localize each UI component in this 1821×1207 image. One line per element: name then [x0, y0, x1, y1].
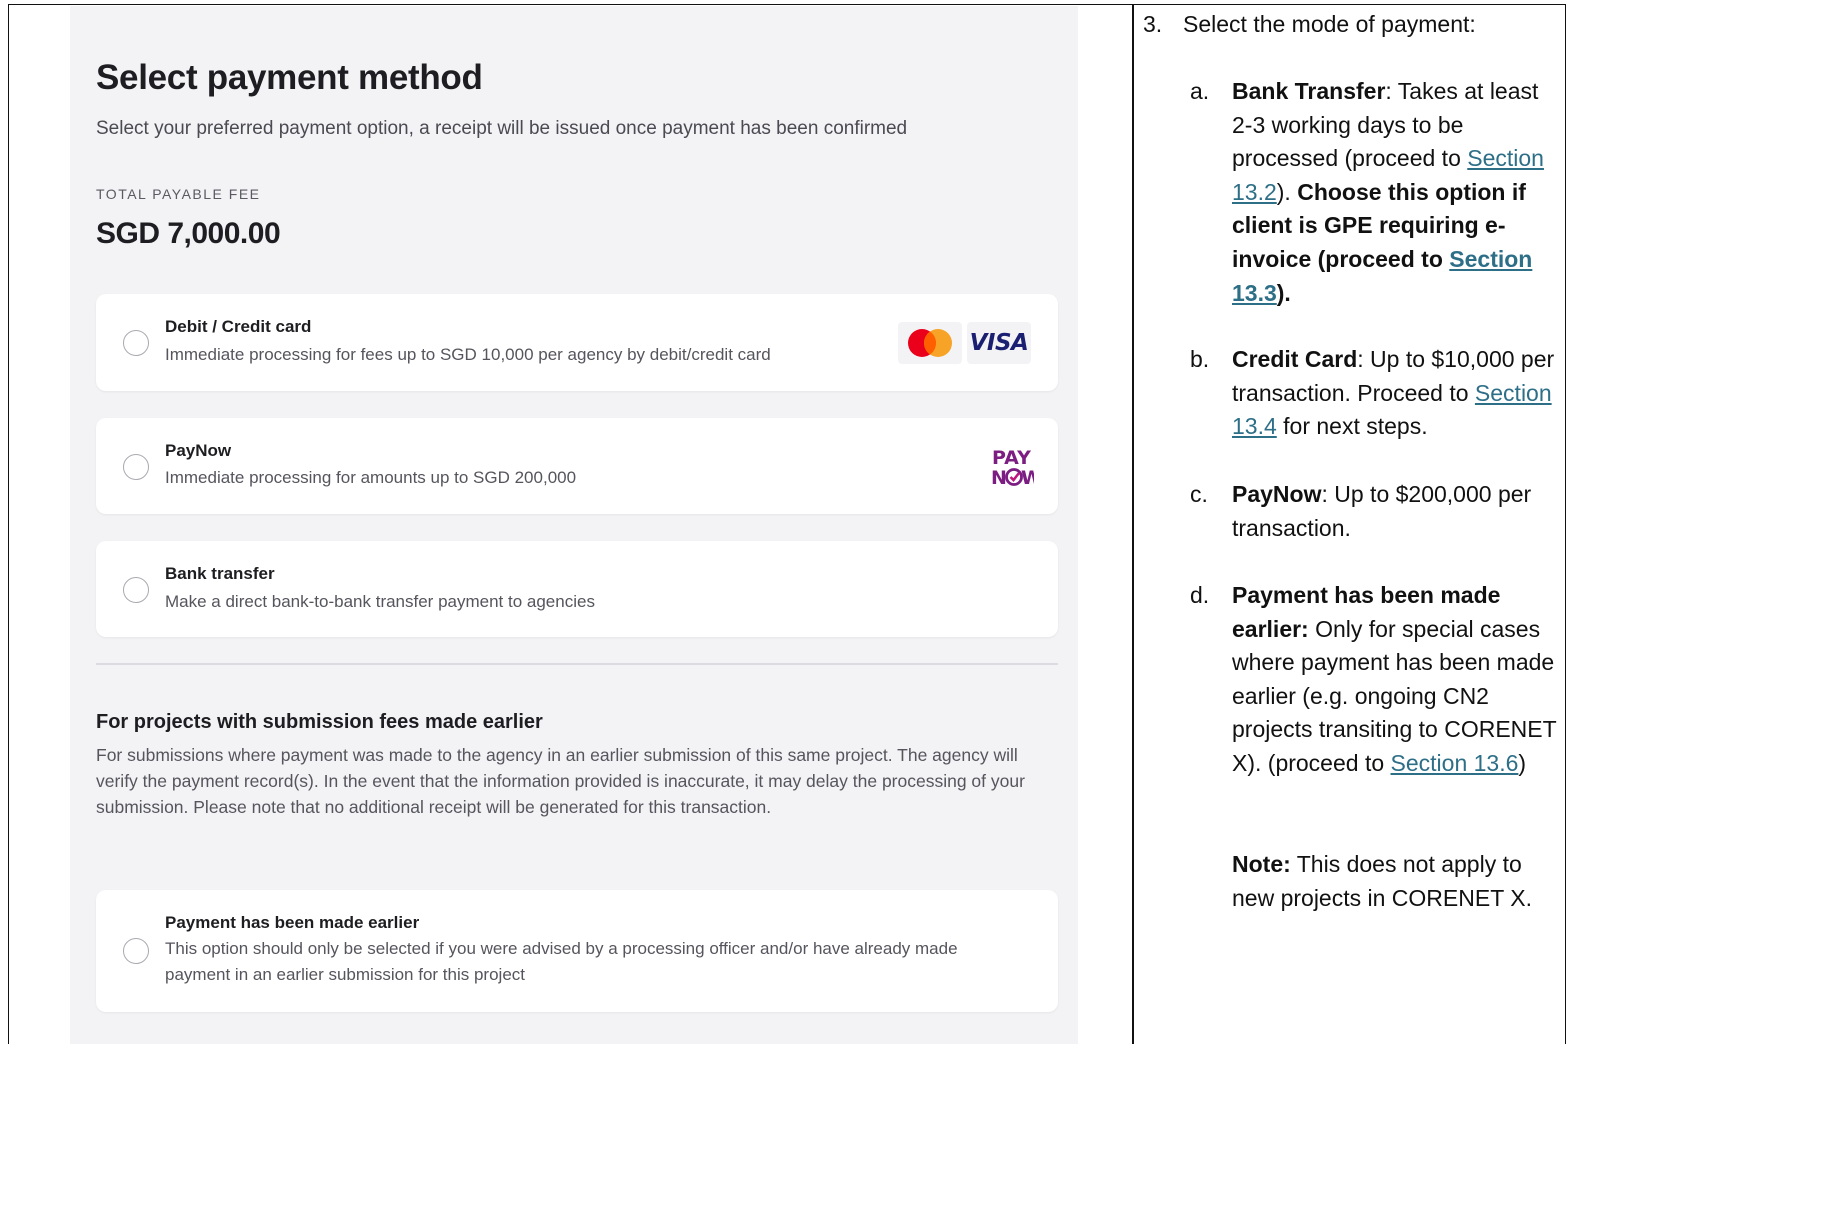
- earlier-section-heading: For projects with submission fees made e…: [96, 711, 543, 733]
- instruction-note: Note: This does not apply to new project…: [1232, 848, 1563, 915]
- payment-method-panel: Select payment method Select your prefer…: [70, 6, 1078, 1044]
- item-body: PayNow: Up to $200,000 per transaction.: [1232, 478, 1563, 545]
- section-divider: [96, 663, 1058, 665]
- page-title: Select payment method: [96, 58, 483, 97]
- option-payment-made-earlier[interactable]: Payment has been made earlier This optio…: [96, 890, 1058, 1012]
- item-body: Bank Transfer: Takes at least 2-3 workin…: [1232, 75, 1563, 310]
- item-text: for next steps.: [1276, 413, 1428, 440]
- svg-text:N: N: [991, 467, 1007, 489]
- page-subtitle: Select your preferred payment option, a …: [96, 118, 908, 139]
- section-link[interactable]: Section 13.6: [1391, 750, 1519, 776]
- radio-button[interactable]: [123, 938, 149, 964]
- total-fee-label: TOTAL PAYABLE FEE: [96, 186, 261, 202]
- step-text: Select the mode of payment:: [1183, 11, 1476, 37]
- item-bold-end: ).: [1276, 279, 1291, 306]
- option-title: Bank transfer: [165, 564, 275, 583]
- note-label: Note:: [1232, 851, 1291, 877]
- item-text: ).: [1276, 178, 1298, 205]
- visa-icon: VISA: [967, 322, 1031, 364]
- option-description: Make a direct bank-to-bank transfer paym…: [165, 592, 595, 611]
- svg-text:W: W: [1021, 467, 1034, 489]
- item-name: Credit Card: [1232, 346, 1358, 372]
- item-marker: c.: [1190, 481, 1208, 507]
- item-marker: a.: [1190, 78, 1210, 104]
- item-marker: d.: [1190, 582, 1210, 608]
- option-description: This option should only be selected if y…: [165, 939, 958, 984]
- option-description: Immediate processing for fees up to SGD …: [165, 345, 771, 364]
- earlier-section-description: For submissions where payment was made t…: [96, 745, 1025, 817]
- option-title: Payment has been made earlier: [165, 913, 420, 932]
- option-description: Immediate processing for amounts up to S…: [165, 468, 577, 487]
- option-title: Debit / Credit card: [165, 317, 312, 336]
- item-marker: b.: [1190, 346, 1210, 372]
- item-body: Credit Card: Up to $10,000 per transacti…: [1232, 343, 1563, 444]
- radio-button[interactable]: [123, 330, 149, 356]
- svg-text:PAY: PAY: [992, 447, 1031, 469]
- mastercard-icon: [898, 322, 962, 364]
- radio-button[interactable]: [123, 454, 149, 480]
- option-bank-transfer[interactable]: Bank transfer Make a direct bank-to-bank…: [96, 541, 1058, 637]
- option-debit-credit-card[interactable]: Debit / Credit card Immediate processing…: [96, 294, 1058, 391]
- item-text: ): [1518, 749, 1527, 776]
- item-name: Bank Transfer: [1232, 78, 1386, 104]
- paynow-icon: PAY N W: [964, 445, 1042, 489]
- option-paynow[interactable]: PayNow Immediate processing for amounts …: [96, 418, 1058, 514]
- radio-button[interactable]: [123, 577, 149, 603]
- item-name: PayNow: [1232, 481, 1322, 507]
- total-fee-value: SGD 7,000.00: [96, 217, 281, 250]
- option-title: PayNow: [165, 441, 232, 460]
- item-body: Payment has been made earlier: Only for …: [1232, 579, 1563, 781]
- step-number: 3.: [1143, 11, 1163, 37]
- column-divider: [1132, 4, 1134, 1044]
